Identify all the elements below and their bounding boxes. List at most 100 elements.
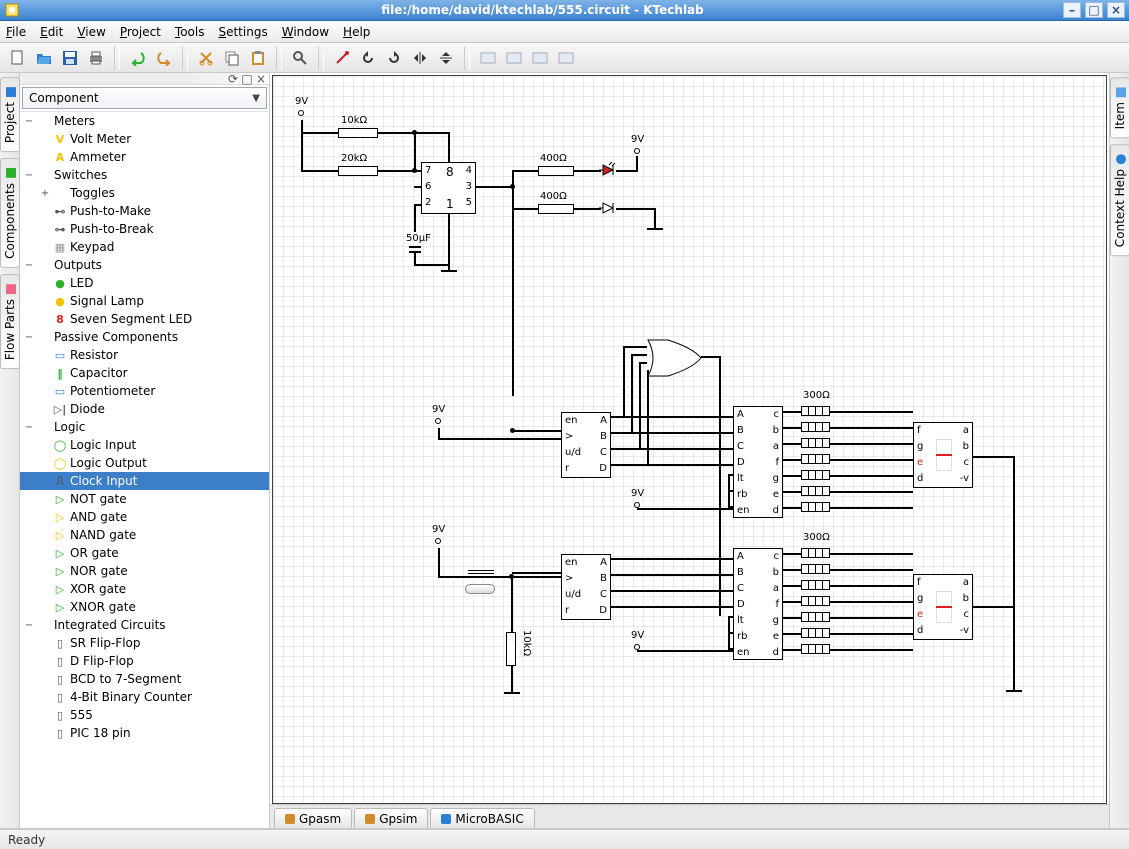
seven-segment-bottom[interactable]: fa gb ec d-v (913, 574, 973, 640)
tree-item[interactable]: ▭Potentiometer (20, 382, 269, 400)
resistor-20k[interactable] (338, 166, 378, 176)
tree-item[interactable]: ▷AND gate (20, 508, 269, 526)
rotate-ccw-button[interactable] (356, 46, 380, 70)
tree-item[interactable]: −Outputs (20, 256, 269, 274)
switch-push[interactable] (468, 570, 494, 574)
tree-item[interactable]: −Meters (20, 112, 269, 130)
tree-item[interactable]: ⊷Push-to-Make (20, 202, 269, 220)
tree-item[interactable]: ▷NOR gate (20, 562, 269, 580)
resistor-array[interactable] (801, 406, 829, 416)
menu-help[interactable]: Help (343, 25, 370, 39)
expand-icon[interactable]: + (38, 188, 52, 199)
led-red[interactable] (599, 163, 617, 177)
resistor-array[interactable] (801, 454, 829, 464)
circuit-canvas[interactable]: 9V 10kΩ 20kΩ 7 8 4 6 3 2 1 (272, 75, 1107, 804)
ic-555[interactable]: 7 8 4 6 3 2 1 5 (421, 162, 476, 214)
component-filter-combo[interactable]: Component ▼ (22, 87, 267, 109)
resistor-400b[interactable] (538, 204, 574, 214)
tree-item[interactable]: ‖Capacitor (20, 364, 269, 382)
or-gate[interactable] (643, 338, 703, 381)
resistor-10k-v[interactable] (506, 632, 516, 666)
probe-button[interactable] (330, 46, 354, 70)
expand-icon[interactable]: − (22, 620, 36, 631)
flip-v-button[interactable] (434, 46, 458, 70)
ic-counter-bottom[interactable]: enA >B u/dC rD (561, 554, 611, 620)
tree-item[interactable]: VVolt Meter (20, 130, 269, 148)
flip-h-button[interactable] (408, 46, 432, 70)
menu-project[interactable]: Project (120, 25, 161, 39)
resistor-array[interactable] (801, 596, 829, 606)
redo-button[interactable] (152, 46, 176, 70)
tree-item[interactable]: ▯SR Flip-Flop (20, 634, 269, 652)
menu-edit[interactable]: Edit (40, 25, 63, 39)
copy-button[interactable] (220, 46, 244, 70)
panel2-button[interactable] (502, 46, 526, 70)
panel4-button[interactable] (554, 46, 578, 70)
tree-item[interactable]: ▷|Diode (20, 400, 269, 418)
print-button[interactable] (84, 46, 108, 70)
zoom-button[interactable] (288, 46, 312, 70)
tree-item[interactable]: ▷NAND gate (20, 526, 269, 544)
resistor-array[interactable] (801, 628, 829, 638)
rail-tab-contexthelp[interactable]: Context Help (1110, 144, 1129, 256)
tree-item[interactable]: −Switches (20, 166, 269, 184)
rail-tab-components[interactable]: Components (0, 158, 20, 268)
expand-icon[interactable]: − (22, 422, 36, 433)
tree-item[interactable]: ▦Keypad (20, 238, 269, 256)
ic-counter-top[interactable]: enA >B u/dC rD (561, 412, 611, 478)
dock-close-icon[interactable]: × (255, 72, 267, 86)
tree-item[interactable]: ▯4-Bit Binary Counter (20, 688, 269, 706)
ic-bcd-top[interactable]: Ac Bb Ca Df ltg rbe end (733, 406, 783, 518)
menu-file[interactable]: File (6, 25, 26, 39)
rail-tab-flowparts[interactable]: Flow Parts (0, 274, 20, 369)
tree-item[interactable]: ▯PIC 18 pin (20, 724, 269, 742)
expand-icon[interactable]: − (22, 170, 36, 181)
tree-item[interactable]: ▯BCD to 7-Segment (20, 670, 269, 688)
minimize-button[interactable]: – (1063, 2, 1081, 18)
diode[interactable] (599, 201, 617, 215)
rail-tab-project[interactable]: Project (0, 77, 20, 152)
expand-icon[interactable]: − (22, 332, 36, 343)
dock-restore-icon[interactable]: ⟳ (227, 72, 239, 86)
component-tree[interactable]: −MetersVVolt MeterAAmmeter−Switches+Togg… (20, 111, 269, 828)
tree-item[interactable]: −Passive Components (20, 328, 269, 346)
tree-item[interactable]: ●Signal Lamp (20, 292, 269, 310)
open-button[interactable] (32, 46, 56, 70)
tab-gpsim[interactable]: Gpsim (354, 808, 428, 828)
rotate-cw-button[interactable] (382, 46, 406, 70)
resistor-array[interactable] (801, 548, 829, 558)
tab-microbasic[interactable]: MicroBASIC (430, 808, 534, 828)
tree-item[interactable]: ◯Logic Input (20, 436, 269, 454)
seven-segment-top[interactable]: fa gb ec d-v (913, 422, 973, 488)
tree-item[interactable]: 8Seven Segment LED (20, 310, 269, 328)
new-button[interactable] (6, 46, 30, 70)
cut-button[interactable] (194, 46, 218, 70)
resistor-400a[interactable] (538, 166, 574, 176)
menu-tools[interactable]: Tools (175, 25, 205, 39)
resistor-array[interactable] (801, 422, 829, 432)
menu-view[interactable]: View (77, 25, 105, 39)
panel1-button[interactable] (476, 46, 500, 70)
tree-item[interactable]: ⎍Clock Input (20, 472, 269, 490)
resistor-array[interactable] (801, 470, 829, 480)
rail-tab-item[interactable]: Item (1110, 77, 1129, 138)
tree-item[interactable]: ▭Resistor (20, 346, 269, 364)
resistor-array[interactable] (801, 502, 829, 512)
ic-bcd-bottom[interactable]: Ac Bb Ca Df ltg rbe end (733, 548, 783, 660)
save-button[interactable] (58, 46, 82, 70)
tree-item[interactable]: −Logic (20, 418, 269, 436)
expand-icon[interactable]: − (22, 116, 36, 127)
maximize-button[interactable]: □ (1085, 2, 1103, 18)
tree-item[interactable]: ▷XNOR gate (20, 598, 269, 616)
tree-item[interactable]: ▯555 (20, 706, 269, 724)
switch-button[interactable] (465, 584, 495, 594)
tree-item[interactable]: ▷NOT gate (20, 490, 269, 508)
resistor-array[interactable] (801, 644, 829, 654)
resistor-array[interactable] (801, 564, 829, 574)
resistor-10k[interactable] (338, 128, 378, 138)
tree-item[interactable]: AAmmeter (20, 148, 269, 166)
tree-item[interactable]: −Integrated Circuits (20, 616, 269, 634)
tree-item[interactable]: ●LED (20, 274, 269, 292)
menu-settings[interactable]: Settings (218, 25, 267, 39)
resistor-array[interactable] (801, 580, 829, 590)
